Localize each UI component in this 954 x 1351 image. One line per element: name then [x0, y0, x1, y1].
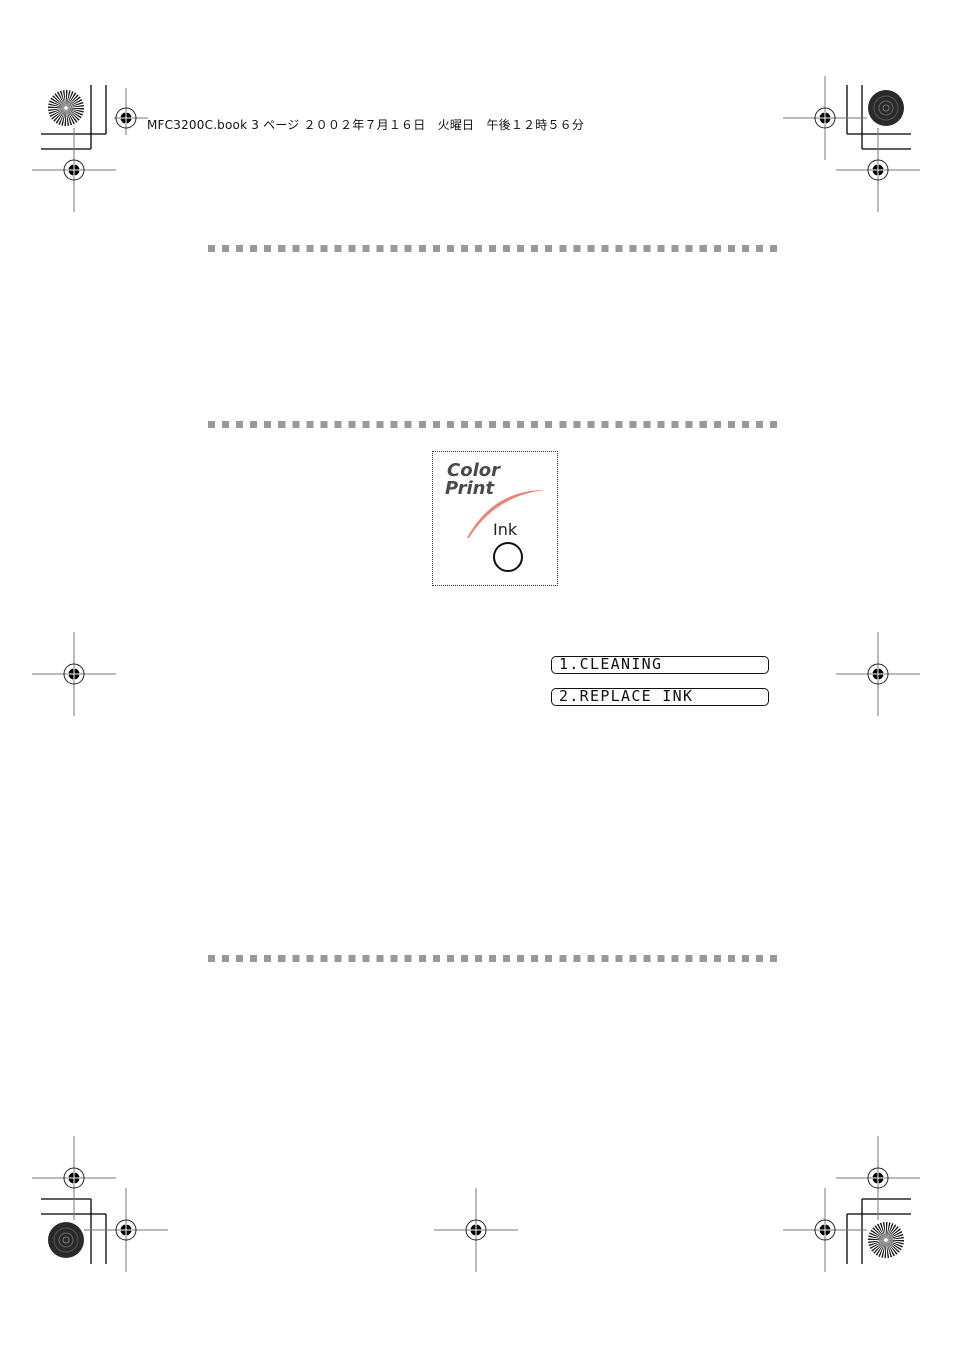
ink-button-label: Ink [493, 520, 518, 539]
ink-key-panel: Color Print Ink [432, 451, 558, 586]
registration-mark [835, 631, 921, 717]
registration-mark [835, 127, 921, 213]
registration-mark [31, 127, 117, 213]
registration-mark [782, 1187, 868, 1273]
registration-mark [31, 631, 117, 717]
registration-mark [782, 75, 868, 161]
ink-button-icon[interactable] [493, 542, 523, 572]
dark-disk-target-bottom-left [47, 1221, 85, 1259]
sunburst-target-bottom-right [868, 1222, 904, 1258]
registration-mark [114, 88, 148, 135]
section-divider [208, 245, 784, 252]
registration-mark [83, 1187, 169, 1273]
registration-mark [433, 1187, 519, 1273]
print-info-header: MFC3200C.book 3 ページ ２００２年７月１６日 火曜日 午後１２時… [147, 118, 585, 132]
lcd-line-1: 1.CLEANING [551, 656, 769, 674]
section-divider [208, 955, 784, 962]
registration-mark [835, 1135, 921, 1221]
sunburst-target-top-left [48, 90, 84, 126]
printer-marks [31, 75, 921, 1273]
registration-mark [31, 1135, 117, 1221]
dark-disk-target-top-right [867, 89, 905, 127]
lcd-line-2: 2.REPLACE INK [551, 688, 769, 706]
section-divider [208, 421, 784, 428]
